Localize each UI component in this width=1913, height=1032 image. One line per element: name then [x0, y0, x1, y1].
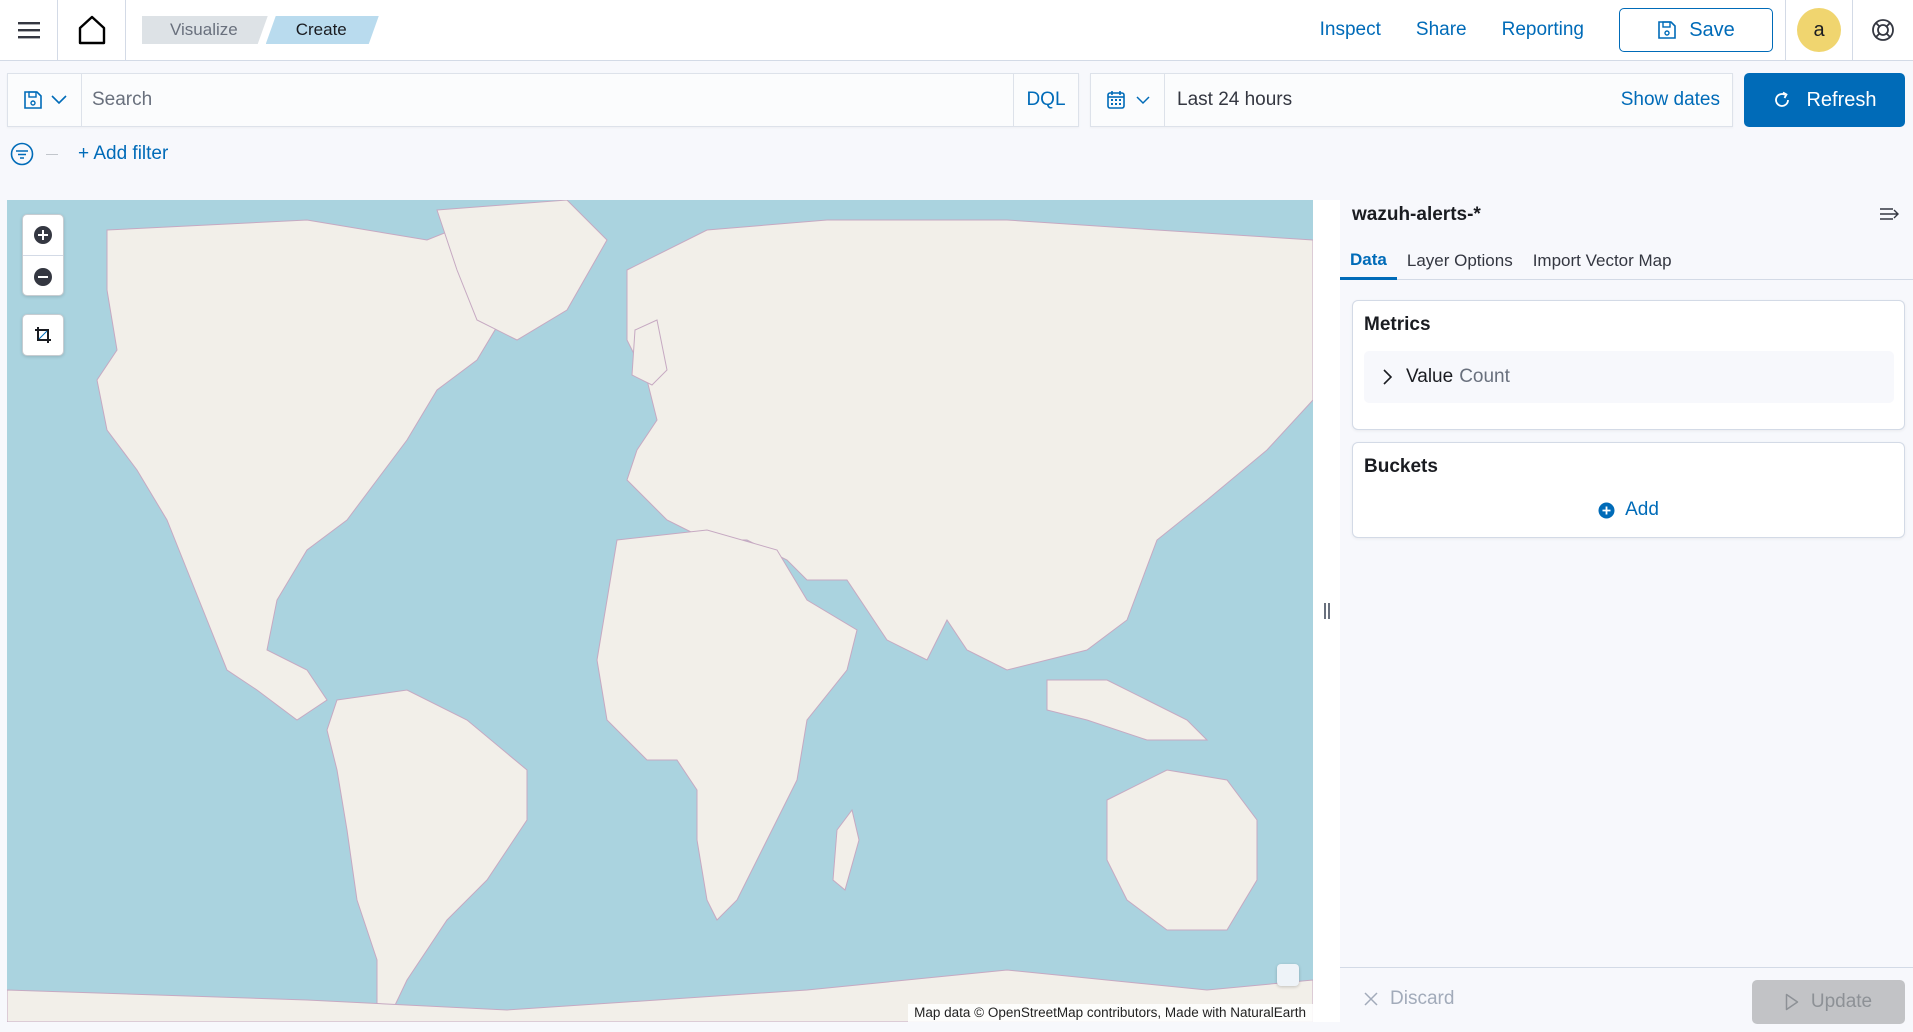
- plus-circle-icon: [34, 226, 52, 244]
- zoom-out-button[interactable]: [23, 256, 63, 297]
- refresh-label: Refresh: [1806, 88, 1877, 111]
- tab-data[interactable]: Data: [1340, 242, 1397, 280]
- refresh-icon: [1775, 91, 1790, 107]
- filter-options-icon[interactable]: [10, 142, 34, 166]
- save-button[interactable]: Save: [1619, 8, 1773, 52]
- map-visualization[interactable]: Map data © OpenStreetMap contributors, M…: [7, 200, 1313, 1022]
- world-map[interactable]: [7, 200, 1313, 1022]
- update-button[interactable]: Update: [1752, 980, 1905, 1024]
- top-navigation-bar: Visualize Create Inspect Share Reporting…: [0, 0, 1913, 61]
- buckets-title: Buckets: [1364, 456, 1438, 477]
- crop-icon: [35, 327, 51, 343]
- buckets-section: Buckets Add: [1352, 442, 1905, 538]
- sidebar-footer: Discard Update: [1340, 967, 1913, 1032]
- breadcrumb-visualize[interactable]: Visualize: [142, 16, 268, 44]
- breadcrumb-create: Create: [266, 16, 379, 44]
- sidebar-tabs: Data Layer Options Import Vector Map: [1340, 242, 1913, 280]
- land-australia: [1106, 769, 1258, 931]
- metric-label: Value: [1406, 366, 1454, 387]
- search-input[interactable]: [82, 74, 1013, 126]
- hamburger-menu-icon: [17, 22, 40, 39]
- saved-query-button[interactable]: [8, 74, 82, 126]
- tab-import-vector-map[interactable]: Import Vector Map: [1523, 242, 1682, 280]
- refresh-button[interactable]: Refresh: [1744, 73, 1905, 127]
- drag-handle-icon: [1323, 603, 1330, 619]
- editor-sidebar: wazuh-alerts-* Data Layer Options Import…: [1340, 190, 1913, 1032]
- user-menu[interactable]: a: [1785, 0, 1853, 61]
- save-label: Save: [1689, 18, 1735, 41]
- tab-layer-options[interactable]: Layer Options: [1397, 242, 1523, 280]
- land-south-america: [326, 689, 528, 1022]
- chevron-down-icon: [1135, 95, 1150, 104]
- minus-circle-icon: [34, 267, 52, 286]
- metric-item[interactable]: Value Count: [1364, 351, 1894, 403]
- reporting-link[interactable]: Reporting: [1502, 19, 1584, 41]
- cross-icon: [1364, 992, 1378, 1006]
- avatar[interactable]: a: [1797, 8, 1841, 52]
- query-bar: DQL: [7, 73, 1079, 127]
- metrics-section: Metrics Value Count: [1352, 300, 1905, 430]
- play-icon: [1785, 993, 1799, 1011]
- plus-in-circle-icon: [1598, 502, 1615, 518]
- panel-resizer[interactable]: [1313, 200, 1340, 1022]
- update-label: Update: [1810, 991, 1873, 1012]
- help-lifebuoy-icon: [1872, 19, 1894, 41]
- menu-button[interactable]: [0, 0, 58, 61]
- home-button[interactable]: [58, 0, 126, 61]
- add-bucket-label: Add: [1625, 499, 1659, 520]
- map-legend-toggle[interactable]: [1277, 964, 1299, 986]
- time-range-label[interactable]: Last 24 hours: [1165, 89, 1621, 111]
- menu-right-icon: [1880, 208, 1899, 220]
- zoom-control: [22, 214, 64, 296]
- map-attribution: Map data © OpenStreetMap contributors, M…: [908, 1004, 1313, 1022]
- show-dates-button[interactable]: Show dates: [1621, 89, 1720, 111]
- add-filter-button[interactable]: + Add filter: [78, 143, 168, 165]
- chevron-right-icon: [1383, 369, 1392, 385]
- share-link[interactable]: Share: [1416, 19, 1467, 41]
- land-madagascar: [832, 808, 860, 891]
- discard-label: Discard: [1390, 988, 1455, 1009]
- home-icon: [78, 15, 105, 45]
- chevron-down-icon: [50, 95, 67, 105]
- save-icon: [1658, 21, 1677, 39]
- zoom-in-button[interactable]: [23, 215, 63, 256]
- metrics-title: Metrics: [1364, 314, 1431, 335]
- add-bucket-button[interactable]: Add: [1353, 499, 1904, 521]
- time-picker: Last 24 hours Show dates: [1090, 73, 1733, 127]
- discard-button[interactable]: Discard: [1364, 988, 1454, 1010]
- saved-query-icon: [23, 91, 42, 109]
- collapse-sidebar-button[interactable]: [1879, 206, 1899, 227]
- filter-bar: + Add filter: [10, 142, 168, 166]
- breadcrumb: Visualize Create: [142, 16, 379, 44]
- help-button[interactable]: [1853, 0, 1913, 61]
- calendar-icon: [1106, 91, 1125, 109]
- inspect-link[interactable]: Inspect: [1320, 19, 1381, 41]
- draw-bounds-button[interactable]: [22, 314, 64, 356]
- land-africa: [596, 529, 858, 921]
- filter-divider: [46, 153, 58, 155]
- metric-aggregation: Count: [1459, 366, 1510, 387]
- query-language-button[interactable]: DQL: [1013, 74, 1078, 126]
- land-indonesia: [1046, 679, 1209, 741]
- quick-menu-button[interactable]: [1091, 74, 1165, 126]
- index-pattern-title: wazuh-alerts-*: [1352, 204, 1481, 225]
